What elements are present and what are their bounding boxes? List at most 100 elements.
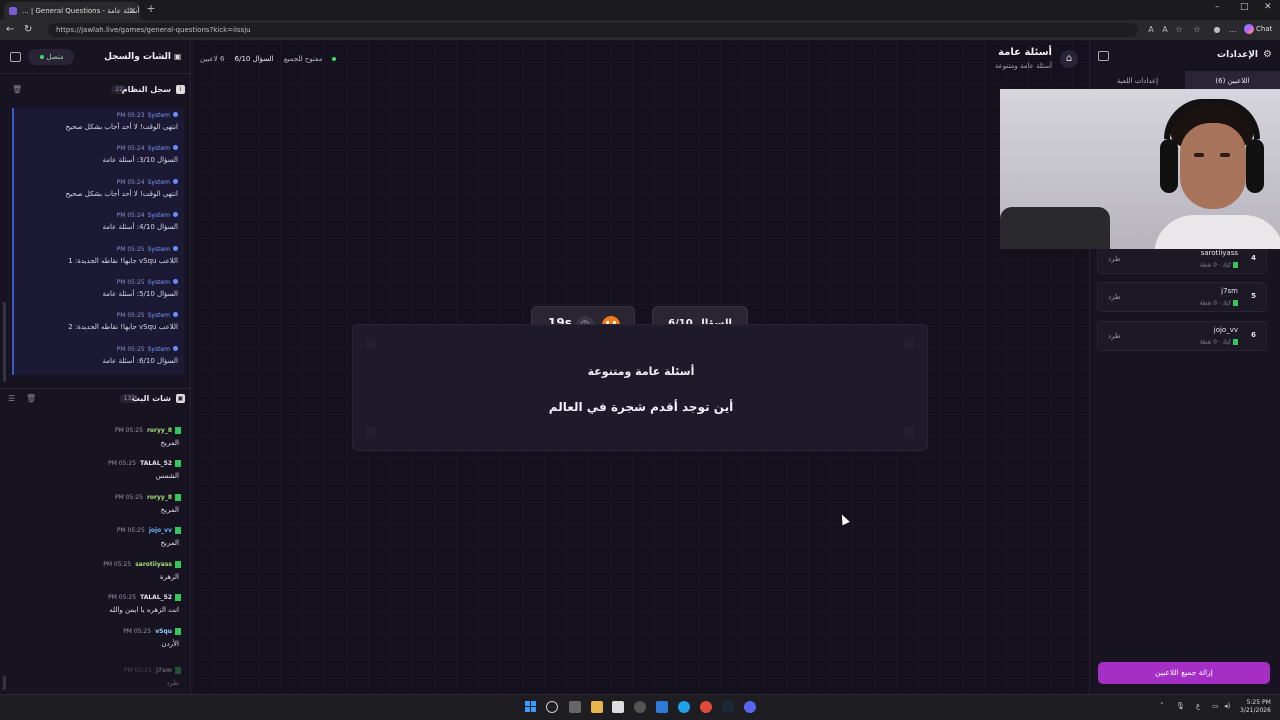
stream-chat-header: ☰ 🗑 132 شات البث ▣ [0, 388, 191, 408]
back-icon[interactable]: ← [6, 24, 14, 35]
kick-player-button[interactable]: طرد [1108, 293, 1121, 301]
player-row: طرد jojo_vv كيك · 0 نقطة 6 [1097, 321, 1267, 351]
tray-arrow-icon[interactable]: ˄ [1160, 702, 1164, 710]
trash-icon[interactable]: 🗑 [26, 394, 36, 403]
windows-start-icon[interactable] [525, 701, 537, 713]
chat-message: PM 05:25 TALAL_52 الشمس [108, 460, 181, 480]
tab-title: ... | General Questions - أسئلة عامة [22, 7, 140, 15]
card-corner [365, 426, 377, 438]
copilot-icon [1244, 24, 1254, 34]
stream-chat-list: PM 05:25 roryy_8 المريخ PM 05:25 TALAL_52 … [0, 412, 191, 694]
site-favicon-icon [9, 7, 17, 15]
network-icon[interactable]: ▭ [1212, 702, 1219, 710]
log-message: السؤال 4/10: أسئلة عامة [102, 223, 178, 232]
remove-all-players-button[interactable]: إزالة جميع اللاعبين [1098, 662, 1270, 684]
log-message: السؤال 3/10: أسئلة عامة [102, 156, 178, 165]
card-corner [365, 337, 377, 349]
chat-message: PM 05:25 jojo_vv المريخ [116, 527, 181, 547]
settings-app-icon[interactable] [634, 701, 646, 713]
browser-tab-bar: ... | General Questions - أسئلة عامة ✕ +… [0, 0, 1280, 20]
log-item: PM 05:24 System انتهى الوقت! لا أحد أجاب … [12, 174, 184, 209]
kick-badge-icon [175, 527, 181, 534]
card-corner [903, 337, 915, 349]
kick-badge-icon [1233, 339, 1238, 345]
copilot-chat-button[interactable]: Chat [1244, 24, 1272, 34]
log-message: السؤال 5/10: أسئلة عامة [102, 289, 178, 298]
game-subtitle: أسئلة عامة ومتنوعة [994, 62, 1052, 70]
mail-icon[interactable] [656, 701, 668, 713]
chat-log-panel: متصل الشات والسجل ▣ 🗑 22 سجل النظام i PM… [0, 40, 191, 694]
edge-icon[interactable] [678, 701, 690, 713]
tab-game-settings[interactable]: إعدادات اللعبة [1090, 71, 1185, 91]
chat-message: PM 05:25 roryy_8 المريخ [114, 427, 181, 447]
filter-icon[interactable]: ☰ [8, 394, 15, 403]
clock-time: 5:25 PM [1246, 699, 1271, 706]
profile-icon[interactable]: ● [1212, 25, 1222, 35]
kick-badge-icon [175, 594, 181, 601]
kick-badge-icon [175, 667, 181, 674]
volume-icon[interactable]: ◂) [1224, 702, 1230, 710]
kick-badge-icon [1233, 300, 1238, 306]
chat-log-header: متصل الشات والسجل ▣ [0, 40, 191, 74]
mic-icon[interactable]: 🎙 [1176, 702, 1185, 710]
chat-message: PM 05:25 TALAL_52 انت الزهره يا ايمن والل… [108, 594, 181, 614]
url-input[interactable]: https://jawlah.live/games/general-questi… [48, 23, 1138, 37]
system-log-scrollbar[interactable] [3, 302, 6, 382]
player-rank: 5 [1251, 292, 1256, 300]
trash-icon[interactable]: 🗑 [12, 85, 22, 94]
favorites-bar-icon[interactable]: ☆ [1192, 25, 1202, 35]
new-tab-button[interactable]: + [145, 3, 157, 15]
collapse-panel-icon[interactable] [1098, 51, 1109, 61]
card-corner [903, 426, 915, 438]
system-icon [173, 178, 178, 184]
chat-message: PM 05:25 sarotiiyass الزهرة [103, 561, 181, 581]
search-icon[interactable] [546, 701, 558, 713]
more-icon[interactable]: … [1228, 25, 1238, 35]
tab-players[interactable]: اللاعبين (6) [1185, 71, 1280, 91]
chair-shape [1000, 207, 1110, 249]
log-item: PM 05:25 System اللاعب vSqu جابها! نقاطه … [12, 241, 184, 275]
kick-player-button[interactable]: طرد [1108, 255, 1121, 263]
player-rank: 6 [1251, 331, 1256, 339]
reload-icon[interactable]: ↻ [24, 24, 32, 35]
browser-tab[interactable]: ... | General Questions - أسئلة عامة ✕ [4, 2, 140, 20]
discord-icon[interactable] [744, 701, 756, 713]
kick-badge-icon [175, 561, 181, 568]
streamer-figure [1154, 99, 1280, 249]
system-log-header: 🗑 22 سجل النظام i [0, 80, 191, 100]
close-tab-icon[interactable]: ✕ [129, 2, 136, 20]
language-icon[interactable]: ع [1196, 702, 1200, 710]
maximize-button[interactable]: □ [1240, 2, 1249, 12]
chrome-icon[interactable] [700, 701, 712, 713]
player-name: sarotiiyass [1200, 249, 1238, 257]
online-dot-icon [332, 57, 337, 61]
read-aloud-icon[interactable]: A [1160, 25, 1170, 35]
online-dot-icon [40, 55, 45, 59]
game-area: مفتوح للجميع السؤال 6/10 6 لاعبين أسئلة … [192, 40, 1088, 694]
question-card: أسئلة عامة ومتنوعة أين توجد أقدم شجرة في… [352, 324, 928, 451]
settings-tabs: إعدادات اللعبة اللاعبين (6) [1090, 71, 1280, 91]
collapse-panel-icon[interactable] [10, 52, 21, 62]
log-item: PM 05:25 System اللاعب vSqu جابها! نقاطه … [12, 308, 184, 342]
kick-player-button[interactable]: طرد [1108, 332, 1121, 340]
steam-icon[interactable] [722, 701, 734, 713]
system-clock[interactable]: 5:25 PM 3/21/2026 [1240, 699, 1271, 715]
file-explorer-icon[interactable] [591, 701, 603, 713]
game-title: أسئلة عامة [998, 47, 1052, 58]
store-icon[interactable] [612, 701, 624, 713]
player-rank: 4 [1251, 254, 1256, 262]
translate-icon[interactable]: A [1146, 25, 1156, 35]
system-log-list: PM 05:23 System انتهى الوقت! لا أحد أجاب … [12, 108, 184, 376]
chat-scrollbar[interactable] [3, 676, 6, 690]
task-view-icon[interactable] [569, 701, 581, 713]
log-item: PM 05:24 System السؤال 3/10: أسئلة عامة [12, 141, 184, 175]
favorite-icon[interactable]: ☆ [1174, 25, 1184, 35]
minimize-button[interactable]: – [1215, 2, 1220, 12]
close-window-button[interactable]: ✕ [1264, 2, 1272, 12]
stream-chat-title: شات البث [131, 394, 171, 403]
windows-taskbar: ˄ 🎙 ع ▭ ◂) 5:25 PM 3/21/2026 [0, 694, 1280, 720]
chat-message: PM 05:25 vSqu الأردن [123, 628, 181, 648]
question-category: أسئلة عامة ومتنوعة [587, 365, 695, 378]
system-icon [173, 345, 178, 351]
home-icon[interactable]: ⌂ [1060, 50, 1078, 68]
